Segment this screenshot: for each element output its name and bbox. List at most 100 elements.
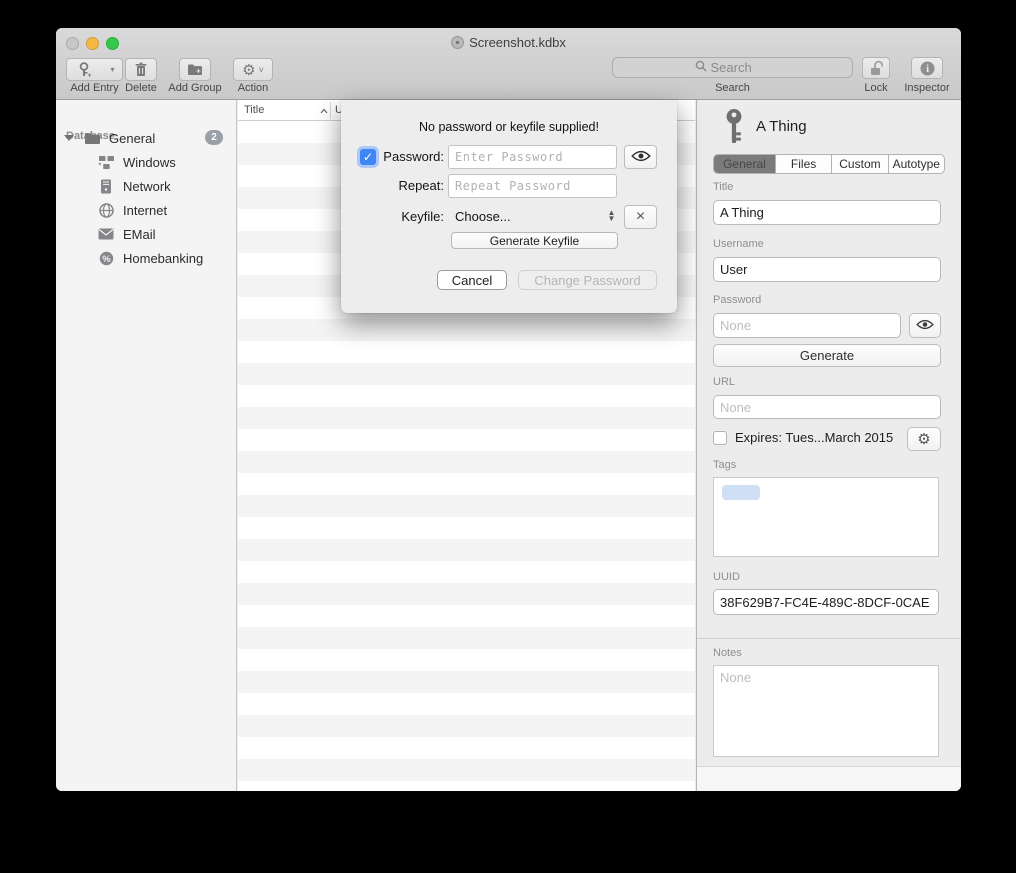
show-password-button[interactable] [624,145,657,169]
sidebar-item-email[interactable]: EMail [56,222,237,246]
entry-count-badge: 2 [205,130,223,145]
chevron-down-icon: ▾ [110,65,114,74]
eye-icon [631,150,651,165]
action-label: Action [233,82,273,94]
disclosure-triangle-icon[interactable] [64,135,74,141]
generate-password-button[interactable]: Generate [713,344,941,367]
change-password-sheet: No password or keyfile supplied! ✓ Passw… [341,100,677,313]
title-field[interactable] [713,200,941,225]
tab-autotype[interactable]: Autotype [889,155,944,173]
sidebar-item-internet[interactable]: Internet [56,198,237,222]
sidebar-item-network[interactable]: Network [56,174,237,198]
svg-text:*: * [98,162,101,169]
document-icon [451,36,464,49]
stepper-icon[interactable]: ▲▼ [606,207,617,225]
expires-label: Expires: Tues...March 2015 [735,430,893,445]
sidebar-item-general[interactable]: General 2 [56,126,237,150]
add-entry-button[interactable]: + [66,58,104,81]
svg-text:+: + [88,72,92,78]
sidebar-item-label: Internet [123,203,167,218]
section-divider [697,638,961,639]
lock-open-icon [869,60,884,76]
uuid-field[interactable] [713,589,939,615]
sidebar-item-label: General [109,131,155,146]
delete-button[interactable] [125,58,157,81]
sheet-warning-text: No password or keyfile supplied! [341,120,677,134]
url-field[interactable] [713,395,941,419]
username-field[interactable] [713,257,941,282]
svg-text:+: + [196,67,201,76]
generate-keyfile-button[interactable]: Generate Keyfile [451,232,618,249]
sidebar: Database General 2 * Windows Network [56,100,237,791]
change-password-button[interactable]: Change Password [518,270,657,290]
add-entry-label: Add Entry [66,82,123,94]
add-group-label: Add Group [166,82,224,94]
password-field-label: Password [713,294,761,306]
globe-icon [97,201,115,219]
tags-label: Tags [713,459,736,471]
enter-password-input[interactable] [448,145,617,169]
search-field[interactable] [612,57,853,78]
sidebar-item-homebanking[interactable]: % Homebanking [56,246,237,270]
inspector-footer [697,766,961,791]
repeat-password-input[interactable] [448,174,617,198]
server-icon [97,177,115,195]
title-field-label: Title [713,181,733,193]
gear-icon: ⚙ [242,61,255,79]
show-password-button[interactable] [909,313,941,338]
sidebar-item-label: Homebanking [123,251,203,266]
repeat-label: Repeat: [360,178,444,193]
lock-button[interactable] [862,57,890,79]
notes-textarea[interactable] [713,665,939,757]
tab-custom[interactable]: Custom [832,155,888,173]
add-group-button[interactable]: + [179,58,211,81]
inspector-tabs: General Files Custom Autotype [713,154,945,174]
delete-label: Delete [119,82,163,94]
password-field[interactable] [713,313,901,338]
svg-text:i: i [926,64,929,75]
inspector-panel: A Thing General Files Custom Autotype Ti… [696,100,961,791]
sidebar-item-label: Network [123,179,171,194]
svg-text:%: % [102,254,111,265]
sidebar-item-label: EMail [123,227,156,242]
tag-chip[interactable] [722,485,760,500]
column-divider[interactable] [330,102,331,119]
gear-icon: ⚙ [917,430,930,448]
info-icon: i [920,61,935,76]
entry-title: A Thing [756,118,807,135]
folder-icon [83,129,101,147]
key-plus-icon: + [77,62,93,78]
add-entry-dropdown-button[interactable]: ▾ [103,58,123,81]
envelope-icon [97,225,115,243]
workgroup-icon: * [97,153,115,171]
keyfile-popup[interactable]: Choose... [455,209,511,224]
keyfile-label: Keyfile: [360,209,444,224]
folder-plus-icon: + [187,63,203,76]
chevron-down-icon: ˅ [259,65,264,75]
sidebar-item-label: Windows [123,155,176,170]
notes-label: Notes [713,647,742,659]
lock-label: Lock [856,82,896,94]
close-icon: × [636,209,645,225]
action-button[interactable]: ⚙ ˅ [233,58,273,81]
trash-icon [134,62,148,77]
inspector-button[interactable]: i [911,57,943,79]
column-header-title[interactable]: Title [244,104,264,116]
sidebar-item-windows[interactable]: * Windows [56,150,237,174]
expires-checkbox[interactable] [713,431,727,445]
search-icon [695,59,707,77]
search-input[interactable] [711,60,771,75]
tags-box[interactable] [713,477,939,557]
username-field-label: Username [713,238,764,250]
tab-general[interactable]: General [714,155,776,173]
clear-keyfile-button[interactable]: × [624,205,657,229]
search-label: Search [612,82,853,94]
app-window: Screenshot.kdbx + ▾ Add Entry Delete + A… [56,28,961,791]
sort-ascending-icon [320,105,328,117]
tab-files[interactable]: Files [776,155,832,173]
eye-icon [916,318,934,333]
percent-icon: % [97,249,115,267]
cancel-button[interactable]: Cancel [437,270,507,290]
expires-settings-button[interactable]: ⚙ [907,427,941,451]
password-label: Password: [360,149,444,164]
